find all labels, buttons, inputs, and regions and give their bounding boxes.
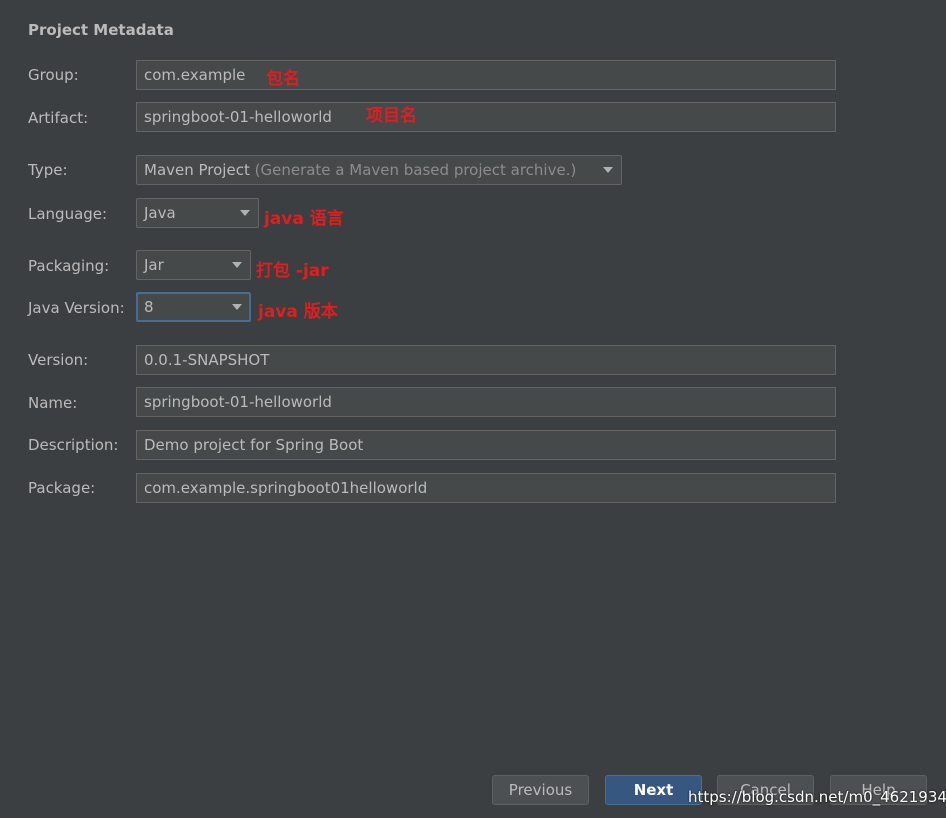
- description-label: Description:: [28, 436, 119, 454]
- artifact-label: Artifact:: [28, 109, 89, 127]
- java-version-label: Java Version:: [28, 299, 125, 317]
- java-version-dropdown[interactable]: 8: [136, 292, 251, 322]
- chevron-down-icon: [232, 262, 242, 268]
- language-annotation: java 语言: [264, 209, 344, 229]
- description-field[interactable]: Demo project for Spring Boot: [136, 430, 836, 460]
- chevron-down-icon: [240, 210, 250, 216]
- chevron-down-icon: [603, 167, 613, 173]
- packaging-label: Packaging:: [28, 257, 110, 275]
- type-hint: (Generate a Maven based project archive.…: [254, 161, 577, 179]
- language-label: Language:: [28, 205, 108, 223]
- previous-button[interactable]: Previous: [492, 775, 589, 805]
- package-field[interactable]: com.example.springboot01helloworld: [136, 473, 836, 503]
- artifact-field[interactable]: springboot-01-helloworld: [136, 102, 836, 132]
- group-field[interactable]: com.example: [136, 60, 836, 90]
- java-version-annotation: java 版本: [258, 302, 338, 322]
- java-version-value: 8: [144, 298, 154, 316]
- group-annotation: 包名: [266, 69, 300, 89]
- type-label: Type:: [28, 161, 68, 179]
- artifact-annotation: 项目名: [366, 106, 417, 126]
- group-label: Group:: [28, 66, 79, 84]
- package-label: Package:: [28, 479, 96, 497]
- section-title: Project Metadata: [28, 21, 174, 39]
- packaging-value: Jar: [144, 256, 164, 274]
- packaging-annotation: 打包 -jar: [256, 261, 329, 281]
- type-dropdown[interactable]: Maven Project (Generate a Maven based pr…: [136, 155, 622, 185]
- name-field[interactable]: springboot-01-helloworld: [136, 387, 836, 417]
- version-field[interactable]: 0.0.1-SNAPSHOT: [136, 345, 836, 375]
- watermark: https://blog.csdn.net/m0_46219348: [688, 788, 946, 806]
- type-value: Maven Project: [144, 161, 250, 179]
- packaging-dropdown[interactable]: Jar: [136, 250, 251, 280]
- chevron-down-icon: [232, 304, 242, 310]
- name-label: Name:: [28, 394, 78, 412]
- version-label: Version:: [28, 351, 89, 369]
- language-value: Java: [144, 204, 176, 222]
- language-dropdown[interactable]: Java: [136, 198, 259, 228]
